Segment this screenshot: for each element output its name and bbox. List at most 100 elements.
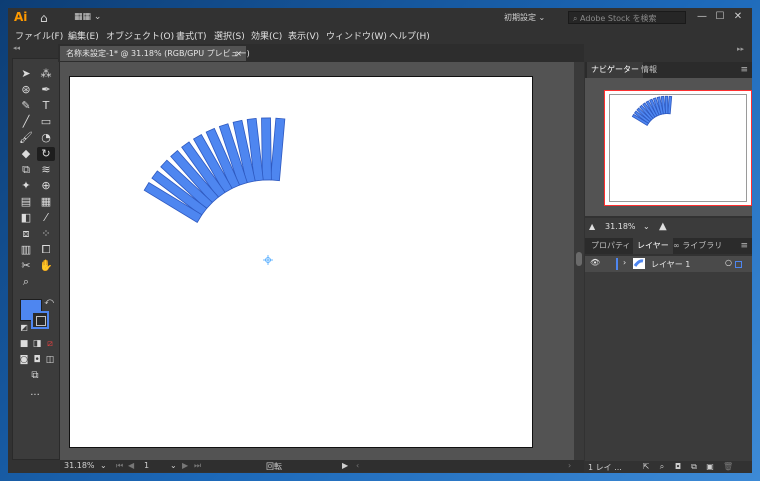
tab-properties[interactable]: プロパティ bbox=[587, 238, 635, 254]
vertical-scroll-thumb[interactable] bbox=[576, 252, 582, 266]
navigator-thumbnail[interactable] bbox=[604, 90, 752, 206]
close-document-icon[interactable]: × bbox=[235, 46, 242, 61]
document-tab[interactable]: 名称未設定-1* @ 31.18% (RGB/GPU プレビュー) × bbox=[60, 46, 250, 61]
gradient-tool-icon[interactable]: ◧ bbox=[17, 211, 35, 225]
rectangle-tool-icon[interactable]: ▭ bbox=[37, 115, 55, 129]
expand-layer-icon[interactable]: › bbox=[623, 258, 626, 267]
minimize-button[interactable]: — bbox=[694, 9, 710, 25]
menu-help[interactable]: ヘルプ(H) bbox=[389, 29, 430, 42]
menu-select[interactable]: 選択(S) bbox=[214, 29, 245, 42]
navigator-menu-icon[interactable]: ≡ bbox=[740, 62, 748, 78]
mesh-tool-icon[interactable]: ▦ bbox=[37, 195, 55, 209]
arrange-documents-icon[interactable]: ▦▦ ⌄ bbox=[74, 12, 101, 22]
rotation-origin-icon[interactable] bbox=[263, 255, 273, 265]
paintbrush-tool-icon[interactable]: 🖌 bbox=[17, 131, 35, 145]
last-artboard-icon[interactable]: ⏭ bbox=[194, 461, 201, 471]
canvas-area[interactable] bbox=[60, 62, 574, 460]
navigator-preview[interactable] bbox=[585, 78, 752, 216]
tab-libraries[interactable]: ∞ ライブラリ bbox=[669, 238, 726, 254]
menu-effect[interactable]: 効果(C) bbox=[251, 29, 282, 42]
default-fill-stroke-icon[interactable]: ◩ bbox=[15, 321, 33, 335]
tab-navigator[interactable]: ナビゲーター bbox=[587, 62, 643, 78]
zoom-dropdown-icon[interactable]: ⌄ bbox=[100, 461, 107, 470]
fan-blade[interactable] bbox=[261, 117, 272, 181]
menu-edit[interactable]: 編集(E) bbox=[68, 29, 99, 42]
stock-search-input[interactable]: ⌕ Adobe Stock を検索 bbox=[568, 11, 686, 24]
puppet-warp-tool-icon[interactable]: ✦ bbox=[17, 179, 35, 193]
menu-file[interactable]: ファイル(F) bbox=[15, 29, 63, 42]
close-button[interactable]: ✕ bbox=[730, 9, 746, 25]
hand-tool-icon[interactable]: ✋ bbox=[37, 259, 55, 273]
layers-menu-icon[interactable]: ≡ bbox=[740, 238, 748, 254]
magic-wand-tool-icon[interactable]: ⁂ bbox=[37, 67, 55, 81]
menu-type[interactable]: 書式(T) bbox=[176, 29, 207, 42]
selection-tool-icon[interactable]: ➤ bbox=[17, 67, 35, 81]
artboard-number[interactable]: 1 bbox=[144, 461, 149, 470]
perspective-grid-tool-icon[interactable]: ▤ bbox=[17, 195, 35, 209]
lasso-tool-icon[interactable]: ⊛ bbox=[17, 83, 35, 97]
navigator-zoom-value[interactable]: 31.18% bbox=[605, 222, 636, 231]
delete-layer-icon[interactable]: 🗑 bbox=[723, 462, 733, 472]
scroll-left-icon[interactable]: ‹ bbox=[356, 461, 359, 470]
shape-builder-tool-icon[interactable]: ⊕ bbox=[37, 179, 55, 193]
layer-thumbnail bbox=[633, 258, 645, 269]
draw-inside-icon[interactable]: ◫ bbox=[41, 353, 59, 367]
previous-artboard-icon[interactable]: ◀ bbox=[128, 461, 134, 470]
selection-indicator[interactable] bbox=[735, 261, 742, 268]
layer-row[interactable]: 👁 › レイヤー 1 ○ bbox=[585, 256, 752, 272]
eyedropper-tool-icon[interactable]: ⁄ bbox=[37, 211, 55, 225]
type-tool-icon[interactable]: T bbox=[37, 99, 55, 113]
slice-tool-icon[interactable]: ✂ bbox=[17, 259, 35, 273]
curvature-tool-icon[interactable]: ✎ bbox=[17, 99, 35, 113]
export-assets-icon[interactable]: ⇱ bbox=[641, 462, 651, 472]
scroll-right-icon[interactable]: › bbox=[568, 461, 571, 470]
tab-layers[interactable]: レイヤー bbox=[633, 238, 673, 254]
scale-tool-icon[interactable]: ⧉ bbox=[17, 163, 35, 177]
target-icon[interactable]: ○ bbox=[725, 258, 732, 267]
eye-icon[interactable]: 👁 bbox=[590, 258, 600, 267]
collapse-toolbar-icon[interactable]: ◂◂ bbox=[13, 44, 20, 52]
next-artboard-icon[interactable]: ▶ bbox=[182, 461, 188, 470]
workspace-switcher[interactable]: 初期設定 ⌄ bbox=[504, 11, 556, 24]
pen-tool-icon[interactable]: ✒ bbox=[37, 83, 55, 97]
menu-view[interactable]: 表示(V) bbox=[288, 29, 319, 42]
line-tool-icon[interactable]: ╱ bbox=[17, 115, 35, 129]
tools-panel: ➤ ⁂ ⊛ ✒ ✎ T ╱ ▭ 🖌 ◔ ◆ ↻ ⧉ ≋ ✦ ⊕ ▤ ▦ ◧ ⁄ … bbox=[12, 58, 60, 460]
blend-tool-icon[interactable]: ⧈ bbox=[17, 227, 35, 241]
status-menu-icon[interactable]: ▶ bbox=[342, 461, 348, 470]
zoom-out-icon[interactable]: ▲ bbox=[589, 222, 595, 231]
eraser-tool-icon[interactable]: ◆ bbox=[17, 147, 35, 161]
width-tool-icon[interactable]: ≋ bbox=[37, 163, 55, 177]
edit-toolbar-icon[interactable]: ··· bbox=[26, 389, 44, 403]
menu-object[interactable]: オブジェクト(O) bbox=[106, 29, 174, 42]
first-artboard-icon[interactable]: ⏮ bbox=[116, 461, 123, 471]
make-clipping-mask-icon[interactable]: ◘ bbox=[673, 462, 683, 472]
fan-artwork[interactable] bbox=[143, 117, 286, 223]
collapse-panels-icon[interactable]: ▸▸ bbox=[737, 45, 744, 53]
zoom-tool-icon[interactable]: ⌕ bbox=[17, 275, 35, 289]
menu-window[interactable]: ウィンドウ(W) bbox=[326, 29, 387, 42]
home-icon[interactable]: ⌂ bbox=[40, 11, 48, 25]
none-mode-icon[interactable]: ⧄ bbox=[41, 337, 59, 351]
zoom-in-icon[interactable]: ▲ bbox=[659, 221, 667, 232]
vertical-scrollbar[interactable] bbox=[574, 62, 584, 460]
artboard-tool-icon[interactable]: ⧠ bbox=[37, 243, 55, 257]
fan-blade[interactable] bbox=[270, 117, 286, 182]
tab-info[interactable]: 情報 bbox=[637, 62, 661, 78]
stroke-swatch[interactable] bbox=[31, 311, 49, 329]
swap-fill-stroke-icon[interactable]: ⤺ bbox=[40, 295, 58, 309]
artboard-dropdown-icon[interactable]: ⌄ bbox=[170, 461, 177, 470]
shaper-tool-icon[interactable]: ◔ bbox=[37, 131, 55, 145]
locate-object-icon[interactable]: ⌕ bbox=[657, 462, 667, 472]
create-sublayer-icon[interactable]: ⧉ bbox=[689, 462, 699, 472]
screen-mode-icon[interactable]: ⧉ bbox=[26, 369, 44, 383]
create-layer-icon[interactable]: ▣ bbox=[705, 462, 715, 472]
layer-name[interactable]: レイヤー 1 bbox=[651, 259, 690, 270]
navigator-zoom-dropdown-icon[interactable]: ⌄ bbox=[643, 222, 650, 231]
navigator-zoom-bar: ▲ 31.18% ⌄ ▲ bbox=[585, 218, 752, 238]
zoom-level[interactable]: 31.18% bbox=[64, 461, 95, 470]
symbol-sprayer-tool-icon[interactable]: ⁘ bbox=[37, 227, 55, 241]
column-graph-tool-icon[interactable]: ▥ bbox=[17, 243, 35, 257]
rotate-tool-icon[interactable]: ↻ bbox=[37, 147, 55, 161]
maximize-button[interactable]: ☐ bbox=[712, 9, 728, 25]
